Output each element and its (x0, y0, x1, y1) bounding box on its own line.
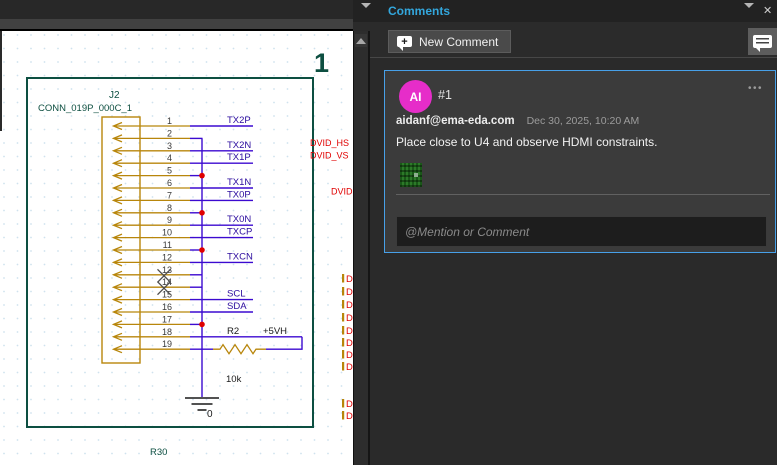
pin-number: 5 (167, 166, 172, 176)
schematic-vertical-scrollbar[interactable] (353, 31, 368, 465)
power-net-label: +5VH (263, 326, 287, 337)
comment-attachment-thumbnail[interactable] (400, 163, 422, 187)
comments-panel-title: Comments (388, 4, 451, 18)
net-label: TX2P (227, 115, 251, 126)
net-label: TX1N (227, 177, 251, 188)
comment-more-button[interactable]: ••• (748, 83, 763, 94)
schematic-canvas[interactable]: 1 J2 CONN_019P_000C_1 1 TX2P 2 3 TX2N 4 TX1P 5 6 TX1… (0, 31, 353, 465)
clipped-wire-stub (342, 326, 345, 335)
comment-card[interactable]: AI #1 ••• aidanf@ema-eda.com Dec 30, 202… (384, 70, 776, 253)
clipped-wire-stub (342, 362, 345, 371)
pin-number: 16 (162, 302, 172, 312)
clipped-wire-stub (342, 399, 345, 408)
clipped-wire-stub (342, 350, 345, 359)
scroll-up-button[interactable] (355, 34, 367, 47)
comment-bubble-icon (753, 35, 772, 52)
new-comment-label: New Comment (419, 34, 499, 49)
panel-collapse-button[interactable] (744, 3, 754, 26)
clipped-offpage-label: D (346, 300, 353, 311)
pin-number: 6 (167, 178, 172, 188)
pin-number: 10 (162, 228, 172, 238)
pin-number: 19 (162, 339, 172, 349)
pin-number: 12 (162, 252, 172, 262)
net-label: TX2N (227, 140, 251, 151)
comment-meta: aidanf@ema-eda.com Dec 30, 2025, 10:20 A… (396, 115, 639, 127)
reply-input[interactable] (396, 216, 767, 247)
new-comment-button[interactable]: + New Comment (388, 30, 512, 53)
toggle-comments-button[interactable] (748, 28, 777, 55)
pin-number: 3 (167, 141, 172, 151)
clipped-wire-stub (342, 411, 345, 420)
connector-refdes: J2 (109, 90, 120, 101)
comment-id: #1 (438, 88, 452, 102)
junction-dot (199, 321, 205, 328)
comment-divider (396, 194, 770, 195)
clipped-offpage-label: D (346, 362, 353, 373)
clipped-offpage-label: D (346, 313, 353, 324)
connector-part-value: CONN_019P_000C_1 (38, 103, 132, 114)
resistor-value: 10k (226, 374, 242, 385)
pin-number: 18 (162, 327, 172, 337)
pin-number: 2 (167, 128, 172, 138)
chevron-down-icon (744, 3, 754, 25)
panel-collapse-left-button[interactable] (361, 3, 371, 26)
ground-net-label: 0 (207, 409, 213, 420)
pin-number: 8 (167, 203, 172, 213)
net-label: SCL (227, 289, 245, 300)
pin-number: 17 (162, 314, 172, 324)
clipped-wire-stub (342, 300, 345, 309)
junction-dot (199, 172, 205, 179)
clipped-wire-stub (342, 338, 345, 347)
clipped-offpage-label: D (346, 326, 353, 337)
clipped-offpage-label: D (346, 350, 353, 361)
bottom-refdes: R30 (150, 447, 167, 458)
pin-number: 4 (167, 153, 172, 163)
schematic-left-edge (0, 31, 2, 131)
pin-number: 1 (167, 116, 172, 126)
clipped-wire-stub (342, 313, 345, 322)
comment-body: Place close to U4 and observe HDMI const… (396, 135, 658, 149)
clipped-wire-stub (342, 287, 345, 296)
resistor-refdes: R2 (227, 326, 239, 337)
comment-plus-icon: + (397, 36, 412, 51)
page-number: 1 (314, 48, 329, 78)
net-label: TXCP (227, 227, 252, 238)
pin-number: 11 (163, 240, 172, 250)
offpage-label: DVID (331, 187, 353, 197)
panel-close-button[interactable]: ✕ (763, 4, 772, 18)
offpage-label: DVID_VS (310, 151, 349, 161)
avatar: AI (399, 80, 432, 113)
comment-author-email: aidanf@ema-eda.com (396, 115, 515, 127)
net-label: TX1P (227, 152, 251, 163)
offpage-label: DVID_HS (310, 138, 349, 148)
chevron-down-icon (361, 3, 371, 25)
net-label: TX0N (227, 214, 251, 225)
net-label: SDA (227, 301, 247, 312)
net-label: TXCN (227, 251, 253, 262)
grid-dots (0, 31, 353, 465)
junction-dot (199, 247, 205, 253)
pin-number: 9 (167, 215, 172, 225)
net-label: TX0P (227, 189, 251, 200)
clipped-offpage-label: D (346, 411, 353, 422)
clipped-wire-stub (342, 274, 345, 283)
schematic-window-header (0, 0, 353, 19)
clipped-offpage-label: D (346, 274, 353, 285)
clipped-offpage-label: D (346, 338, 353, 349)
comment-timestamp: Dec 30, 2025, 10:20 AM (526, 115, 640, 127)
scroll-up-icon (356, 37, 366, 44)
clipped-offpage-label: D (346, 399, 353, 410)
app-window: 1 J2 CONN_019P_000C_1 1 TX2P 2 3 TX2N 4 TX1P 5 6 TX1… (0, 0, 777, 465)
pin-number: 7 (167, 190, 172, 200)
junction-dot (199, 210, 205, 216)
schematic-window-subheader (0, 19, 353, 29)
clipped-offpage-label: D (346, 287, 353, 298)
